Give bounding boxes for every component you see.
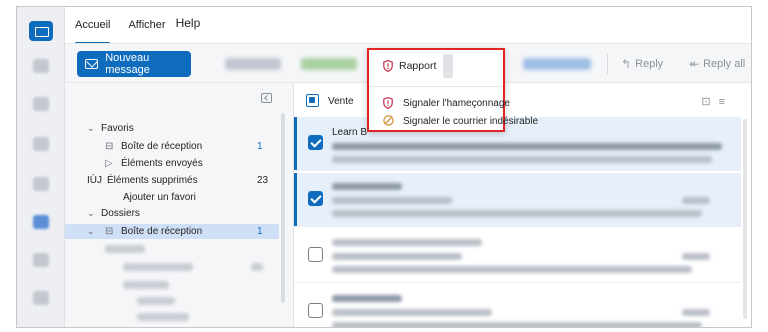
- move-to-button[interactable]: [523, 58, 591, 70]
- favorites-section[interactable]: ⌄ Favoris: [65, 121, 279, 136]
- blurred-preview: [332, 322, 702, 327]
- menu-divider: [369, 86, 503, 87]
- reply-all-arrow-icon: ↞: [689, 57, 700, 71]
- blurred-count: [251, 263, 263, 271]
- list-item[interactable]: [294, 229, 741, 283]
- blurred-preview: [332, 210, 702, 217]
- blurred-subject: [332, 309, 492, 316]
- report-junk-label: Signaler le courrier indésirable: [403, 115, 539, 127]
- blurred-folder[interactable]: [123, 281, 169, 289]
- message-checkbox[interactable]: [308, 191, 323, 206]
- filter-icons[interactable]: ⊡≡: [701, 95, 733, 108]
- blurred-sender: [332, 295, 402, 302]
- people-app-icon[interactable]: [33, 97, 49, 111]
- report-menu: Rapport Signaler l'hameçonnage Signaler …: [367, 48, 538, 132]
- report-dropdown-chevron[interactable]: [443, 54, 453, 78]
- new-message-button[interactable]: Nouveau message: [77, 51, 191, 77]
- folders-section[interactable]: ⌄ Dossiers: [65, 206, 279, 221]
- blurred-sender: [332, 239, 482, 246]
- sidebar-item-sent[interactable]: ▷ Éléments envoyés: [65, 156, 279, 171]
- reply-label: Reply: [635, 58, 664, 70]
- blurred-folder[interactable]: [123, 263, 193, 271]
- mail-app-icon[interactable]: [29, 21, 53, 41]
- files-app-icon[interactable]: [33, 177, 49, 191]
- ribbon-tabs: Accueil Afficher Help: [75, 16, 201, 44]
- reply-button[interactable]: ↰ Reply: [621, 57, 663, 71]
- fav-inbox-label: Boîte de réception: [121, 141, 203, 152]
- fav-inbox-count: 1: [257, 141, 263, 152]
- deleted-label: Éléments supprimés: [107, 175, 198, 186]
- blurred-date: [682, 309, 710, 316]
- shield-icon: [383, 60, 393, 72]
- blurred-preview: [332, 266, 692, 273]
- sidebar-item-fav-inbox[interactable]: ⊟ Boîte de réception 1: [65, 139, 279, 154]
- send-icon: ▷: [105, 158, 113, 169]
- message-checkbox[interactable]: [308, 247, 323, 262]
- apps-icon[interactable]: [33, 253, 49, 267]
- blurred-folder[interactable]: [137, 297, 175, 305]
- tab-home[interactable]: Accueil: [75, 19, 111, 44]
- inbox-label: Boîte de réception: [121, 226, 203, 237]
- delete-button[interactable]: [225, 58, 281, 70]
- prohibited-icon: [383, 115, 394, 127]
- favorites-label: Favoris: [101, 123, 134, 134]
- select-all-checkbox[interactable]: [306, 94, 319, 107]
- app-rail: [17, 7, 65, 327]
- blurred-subject: [332, 197, 452, 204]
- sent-label: Éléments envoyés: [121, 158, 203, 169]
- blurred-folder[interactable]: [105, 245, 145, 253]
- shield-icon: [383, 97, 393, 109]
- message-sender: Learn B: [332, 127, 368, 138]
- tab-view[interactable]: Afficher: [128, 19, 165, 39]
- groups-app-icon[interactable]: [33, 137, 49, 151]
- message-checkbox[interactable]: [308, 303, 323, 318]
- tab-help[interactable]: Help: [176, 16, 201, 36]
- report-junk-item[interactable]: Signaler le courrier indésirable: [369, 110, 538, 132]
- sidebar-item-deleted[interactable]: IÙJ Éléments supprimés 23: [65, 173, 279, 188]
- more-apps-icon[interactable]: [33, 291, 49, 305]
- list-scrollbar[interactable]: [743, 119, 747, 319]
- todo-app-icon[interactable]: [33, 215, 49, 229]
- report-phishing-label: Signaler l'hameçonnage: [403, 97, 510, 109]
- report-button[interactable]: Rapport: [369, 50, 453, 82]
- blurred-folder[interactable]: [137, 313, 189, 321]
- inbox-icon: ⊟: [105, 226, 114, 237]
- report-label: Rapport: [399, 60, 437, 72]
- reply-arrow-icon: ↰: [621, 57, 632, 71]
- deleted-prefix: IÙJ: [87, 175, 102, 186]
- reply-all-button[interactable]: ↞ Reply all: [689, 57, 745, 71]
- blurred-subject: [332, 143, 722, 150]
- chevron-down-icon: ⌄: [87, 208, 95, 218]
- sidebar-item-inbox[interactable]: ⌄ ⊟ Boîte de réception 1: [65, 224, 279, 239]
- list-item[interactable]: [294, 285, 741, 327]
- chevron-down-icon: ⌄: [87, 226, 95, 236]
- folder-pane: ⌄ Favoris ⊟ Boîte de réception 1 ▷ Éléme…: [65, 83, 293, 327]
- folders-label: Dossiers: [101, 208, 140, 219]
- reply-all-label: Reply all: [703, 58, 746, 70]
- blurred-preview: [332, 156, 712, 163]
- calendar-app-icon[interactable]: [33, 59, 49, 73]
- ribbon-divider: [607, 54, 608, 74]
- collapse-pane-icon[interactable]: [261, 93, 272, 103]
- message-checkbox[interactable]: [308, 135, 323, 150]
- deleted-count: 23: [257, 175, 269, 186]
- blurred-sender: [332, 183, 402, 190]
- list-header-label: Vente: [328, 96, 354, 107]
- add-favorite-link[interactable]: Ajouter un favori: [65, 190, 279, 205]
- new-message-label: Nouveau message: [105, 52, 150, 76]
- blurred-date: [682, 197, 710, 204]
- list-item[interactable]: [294, 173, 741, 227]
- blurred-date: [682, 253, 710, 260]
- outlook-window: Accueil Afficher Help Nouveau message ↰ …: [16, 6, 752, 328]
- inbox-icon: ⊟: [105, 141, 114, 152]
- blurred-subject: [332, 253, 462, 260]
- archive-button[interactable]: [301, 58, 357, 70]
- folder-scrollbar[interactable]: [281, 113, 285, 303]
- add-favorite-label: Ajouter un favori: [123, 192, 196, 203]
- chevron-down-icon: ⌄: [87, 123, 95, 133]
- list-header: Vente ⊡≡: [294, 91, 751, 111]
- envelope-icon: [85, 59, 99, 69]
- inbox-count: 1: [257, 226, 263, 237]
